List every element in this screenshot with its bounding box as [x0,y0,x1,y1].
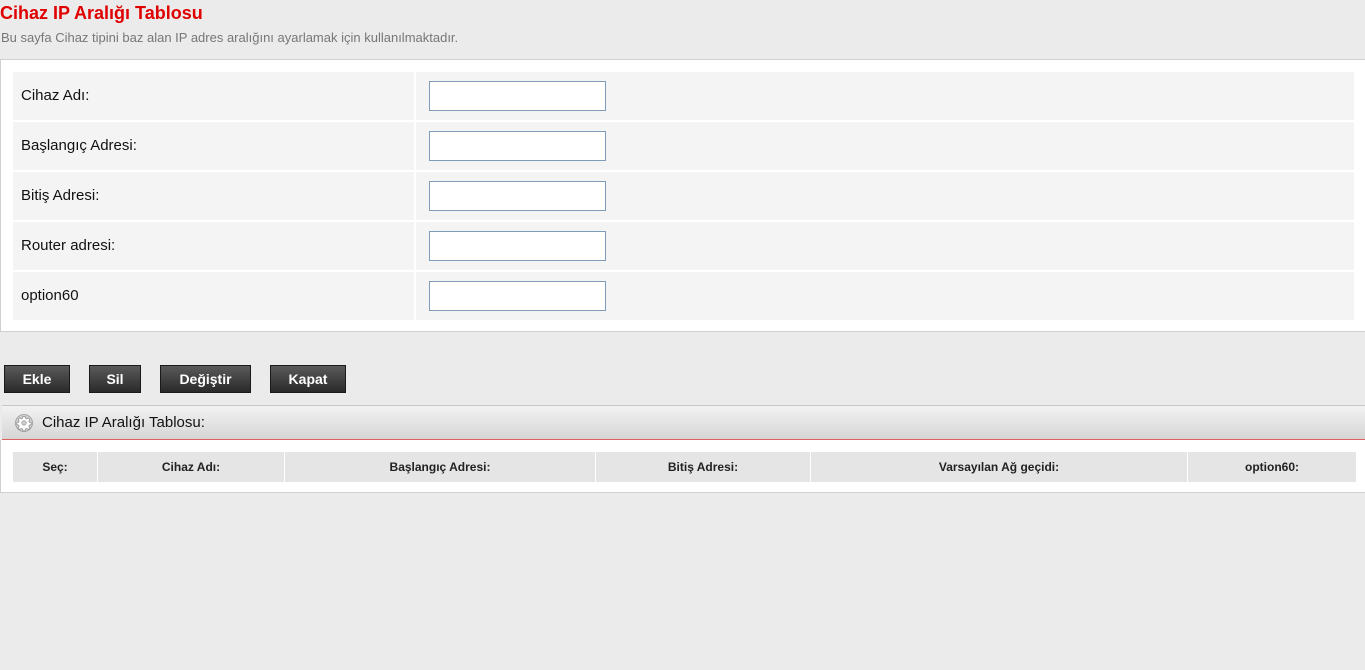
form-panel: Cihaz Adı: Başlangıç Adresi: Bitiş Adres… [0,59,1365,332]
add-button[interactable]: Ekle [4,365,70,393]
router-address-input[interactable] [429,231,606,261]
start-address-input[interactable] [429,131,606,161]
device-name-label: Cihaz Adı: [13,72,414,120]
delete-button[interactable]: Sil [89,365,141,393]
option60-input[interactable] [429,281,606,311]
router-address-cell [416,222,1354,270]
column-header-start-address: Başlangıç Adresi: [285,452,596,482]
table-header-row: Seç: Cihaz Adı: Başlangıç Adresi: Bitiş … [13,452,1356,482]
column-header-end-address: Bitiş Adresi: [596,452,811,482]
close-button[interactable]: Kapat [270,365,346,393]
end-address-cell [416,172,1354,220]
end-address-label: Bitiş Adresi: [13,172,414,220]
start-address-label: Başlangıç Adresi: [13,122,414,170]
table-section-header: Cihaz IP Aralığı Tablosu: [2,405,1365,440]
column-header-device-name: Cihaz Adı: [98,452,285,482]
table-section-title: Cihaz IP Aralığı Tablosu: [42,414,205,431]
modify-button[interactable]: Değiştir [160,365,251,393]
column-header-option60: option60: [1188,452,1356,482]
form-row-option60: option60 [13,272,1354,320]
form-row-device-name: Cihaz Adı: [13,72,1354,120]
page-title: Cihaz IP Aralığı Tablosu [0,3,203,23]
option60-cell [416,272,1354,320]
form-row-router-address: Router adresi: [13,222,1354,270]
table-panel: Seç: Cihaz Adı: Başlangıç Adresi: Bitiş … [0,440,1365,493]
end-address-input[interactable] [429,181,606,211]
column-header-default-gateway: Varsayılan Ağ geçidi: [811,452,1188,482]
column-header-select: Seç: [13,452,98,482]
page-description: Bu sayfa Cihaz tipini baz alan IP adres … [1,30,459,45]
form-row-start-address: Başlangıç Adresi: [13,122,1354,170]
form-row-end-address: Bitiş Adresi: [13,172,1354,220]
start-address-cell [416,122,1354,170]
option60-label: option60 [13,272,414,320]
gear-icon [15,414,33,432]
device-name-input[interactable] [429,81,606,111]
router-address-label: Router adresi: [13,222,414,270]
device-name-cell [416,72,1354,120]
